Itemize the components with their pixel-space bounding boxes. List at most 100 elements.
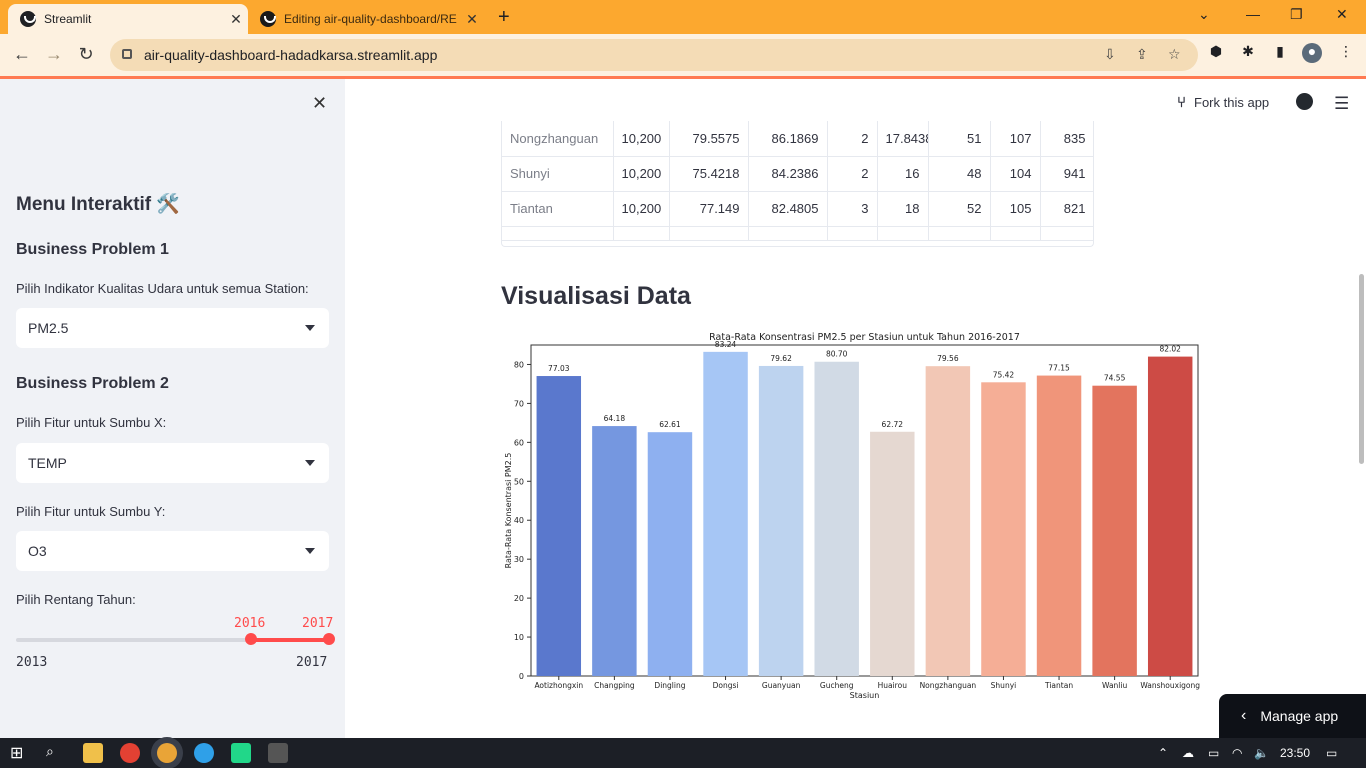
bar-value-label: 79.56: [937, 354, 959, 363]
close-icon[interactable]: ✕: [224, 11, 248, 28]
pycharm-icon[interactable]: [231, 743, 251, 763]
github-icon[interactable]: [1296, 93, 1313, 110]
bar: [981, 382, 1026, 676]
puzzle-icon[interactable]: ✱: [1238, 43, 1258, 63]
table-cell: 10,200: [613, 191, 670, 227]
github-icon: [260, 11, 276, 27]
share-icon[interactable]: ⇪: [1136, 46, 1148, 63]
bp1-heading: Business Problem 1: [16, 241, 169, 258]
cloud-icon[interactable]: ☁: [1182, 746, 1194, 760]
tab-github[interactable]: Editing air-quality-dashboard/RE ✕: [252, 4, 484, 34]
x-tick-label: Guanyuan: [762, 681, 801, 690]
search-icon[interactable]: ⌕: [46, 743, 66, 763]
star-icon[interactable]: ☆: [1168, 46, 1181, 63]
table-cell: 104: [990, 156, 1041, 192]
slider-low-value: 2016: [234, 616, 266, 631]
tab-streamlit[interactable]: Streamlit ✕: [8, 4, 248, 34]
terminal-icon[interactable]: [268, 743, 288, 763]
chevron-down-icon[interactable]: ⌄: [1198, 6, 1210, 23]
install-icon[interactable]: ⇩: [1104, 46, 1116, 63]
chart-title: Rata-Rata Konsentrasi PM2.5 per Stasiun …: [709, 332, 1020, 343]
back-button[interactable]: ←: [10, 44, 34, 65]
y-axis-label: Pilih Fitur untuk Sumbu Y:: [16, 504, 166, 519]
restore-button[interactable]: ❐: [1290, 6, 1303, 23]
manage-app-button[interactable]: ‹ Manage app: [1219, 694, 1366, 738]
taskbar: ⊞ ⌕ ⌃ ☁ ▭ ◠ 🔈 23:50 ▭: [0, 738, 1366, 768]
bar: [536, 376, 582, 676]
chrome-icon[interactable]: [120, 743, 140, 763]
x-axis-select[interactable]: TEMP: [16, 443, 329, 483]
bar-value-label: 64.18: [604, 414, 626, 423]
x-tick-label: Shunyi: [991, 681, 1017, 690]
bar-value-label: 77.15: [1048, 364, 1070, 373]
bar: [925, 366, 971, 676]
side-panel-icon[interactable]: ▮: [1270, 43, 1290, 63]
fork-app-button[interactable]: ⑂ Fork this app: [1177, 94, 1269, 111]
table-cell: 84.2386: [748, 156, 828, 192]
chevron-left-icon: ‹: [1241, 707, 1247, 724]
scrollbar[interactable]: [1359, 274, 1364, 464]
tray-chevron-icon[interactable]: ⌃: [1158, 746, 1168, 760]
bar: [1092, 385, 1137, 676]
file-explorer-icon[interactable]: [83, 743, 103, 763]
forward-button[interactable]: →: [42, 44, 66, 65]
battery-icon[interactable]: ▭: [1208, 746, 1219, 760]
table-cell: 821: [1040, 191, 1093, 227]
y-tick-label: 60: [514, 438, 524, 447]
window-close-button[interactable]: ✕: [1336, 6, 1348, 23]
fork-icon: ⑂: [1177, 94, 1187, 111]
y-axis-select[interactable]: O3: [16, 531, 329, 571]
slider-low-handle[interactable]: [245, 633, 257, 645]
bar-value-label: 79.62: [770, 354, 792, 363]
tab-bar: Streamlit ✕ Editing air-quality-dashboar…: [0, 0, 1366, 34]
table-row: Nongzhanguan 10,200 79.5575 86.1869 2 17.8438…: [502, 121, 1093, 157]
x-tick-label: Huairou: [878, 681, 908, 690]
browser-toolbar: ← → ↻ air-quality-dashboard-hadadkarsa.s…: [0, 34, 1366, 76]
lock-icon: [122, 49, 132, 59]
avatar[interactable]: ●: [1302, 43, 1322, 63]
indicator-select[interactable]: PM2.5: [16, 308, 329, 348]
table-cell: 79.5575: [669, 121, 749, 157]
slider-high-handle[interactable]: [323, 633, 335, 645]
chevron-down-icon: [305, 325, 315, 331]
data-table[interactable]: Nongzhanguan 10,200 79.5575 86.1869 2 17.8438…: [501, 121, 1094, 247]
y-tick-label: 20: [514, 594, 524, 603]
clock[interactable]: 23:50: [1280, 746, 1310, 760]
x-axis-title: Stasiun: [850, 691, 880, 700]
bar-value-label: 74.55: [1104, 374, 1126, 383]
y-tick-label: 0: [519, 672, 524, 681]
tab-title: Editing air-quality-dashboard/RE: [284, 12, 457, 26]
slider-high-value: 2017: [302, 616, 334, 631]
wifi-icon[interactable]: ◠: [1232, 746, 1242, 760]
close-icon[interactable]: ✕: [312, 93, 327, 114]
table-cell: 86.1869: [748, 121, 828, 157]
bp1-label: Pilih Indikator Kualitas Udara untuk sem…: [16, 281, 309, 296]
x-tick-label: Tiantan: [1044, 681, 1073, 690]
extension-icon[interactable]: ⬢: [1206, 43, 1226, 63]
more-icon[interactable]: ⋮: [1336, 43, 1356, 63]
notification-icon[interactable]: ▭: [1326, 746, 1337, 760]
close-icon[interactable]: ✕: [460, 11, 484, 28]
windows-start-icon[interactable]: ⊞: [10, 743, 30, 763]
volume-icon[interactable]: 🔈: [1254, 746, 1269, 760]
table-cell: 835: [1040, 121, 1093, 157]
menu-icon[interactable]: ☰: [1334, 94, 1349, 114]
x-tick-label: Aotizhongxin: [534, 681, 583, 690]
sidebar: ✕ Menu Interaktif 🛠️ Business Problem 1 …: [0, 79, 345, 738]
y-tick-label: 10: [514, 633, 524, 642]
bar: [870, 431, 915, 676]
table-cell: 17.8438: [877, 121, 929, 157]
chrome-active-icon[interactable]: [157, 743, 177, 763]
y-axis-select-value: O3: [28, 543, 47, 559]
x-tick-label: Wanshouxigong: [1140, 681, 1200, 690]
reload-button[interactable]: ↻: [74, 44, 98, 65]
slider-max-label: 2017: [296, 655, 328, 670]
address-bar[interactable]: air-quality-dashboard-hadadkarsa.streaml…: [110, 39, 1198, 71]
chevron-down-icon: [305, 460, 315, 466]
table-body: Nongzhanguan 10,200 79.5575 86.1869 2 17.8438…: [502, 121, 1093, 241]
indicator-select-value: PM2.5: [28, 320, 69, 336]
new-tab-button[interactable]: +: [498, 6, 510, 29]
minimize-button[interactable]: —: [1246, 6, 1260, 22]
edge-icon[interactable]: [194, 743, 214, 763]
table-cell: 82.4805: [748, 191, 828, 227]
